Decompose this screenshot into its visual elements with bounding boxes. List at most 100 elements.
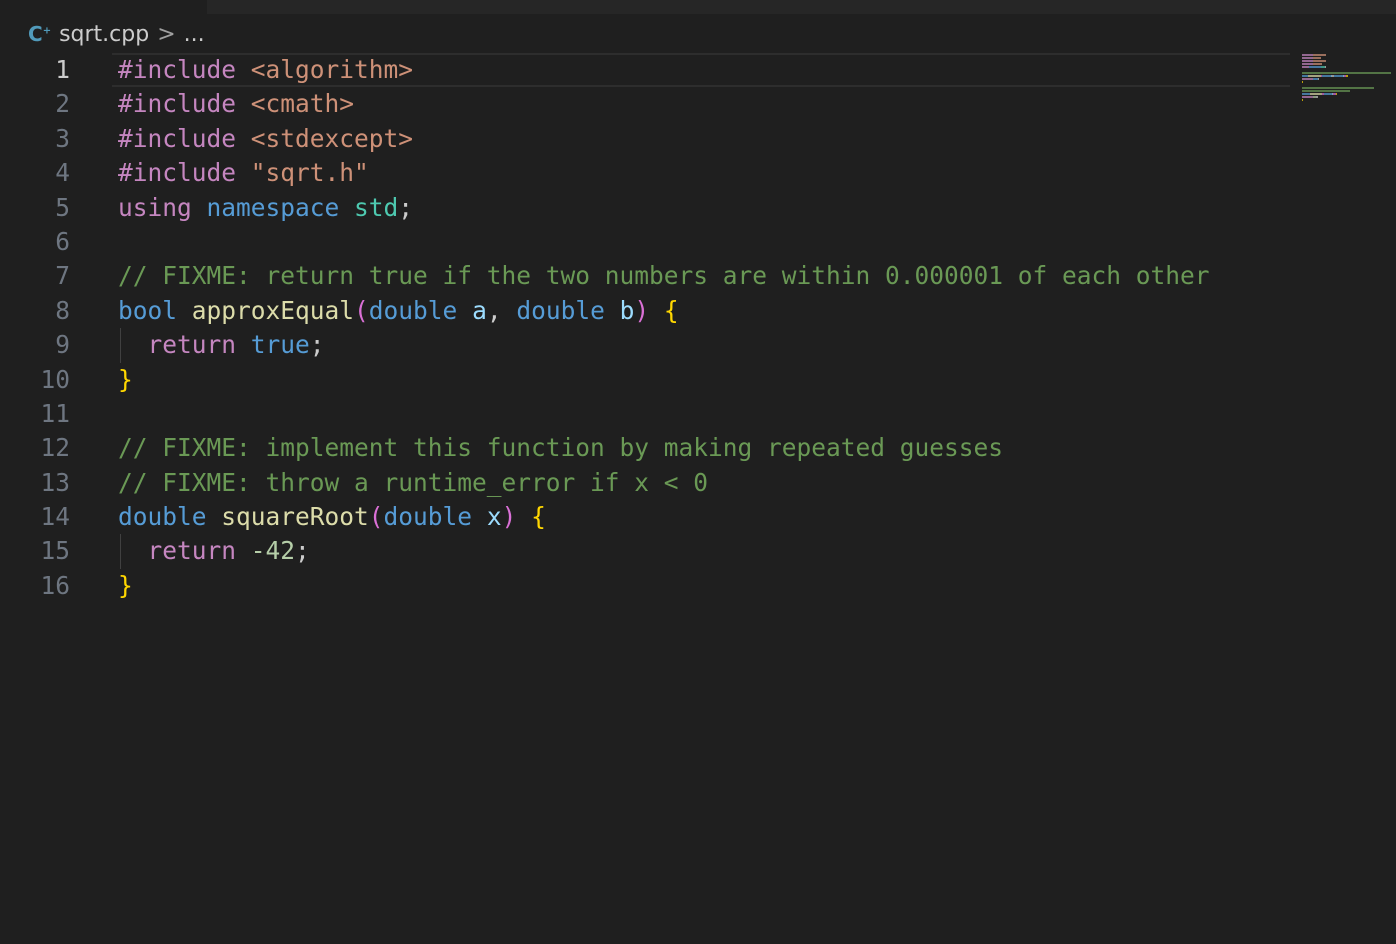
minimap-token	[1308, 75, 1322, 77]
code-text[interactable]: // FIXME: implement this function by mak…	[118, 431, 1003, 465]
code-token: bool	[118, 295, 192, 325]
code-token: #include	[118, 55, 251, 84]
line-number: 13	[40, 467, 70, 497]
line-number: 1	[55, 55, 70, 84]
minimap-token	[1302, 57, 1313, 59]
code-token: (	[368, 502, 384, 532]
code-text[interactable]: bool approxEqual(double a, double b) {	[118, 294, 679, 328]
line-number: 8	[55, 295, 70, 325]
minimap-token	[1302, 96, 1313, 98]
code-text[interactable]: #include <cmath>	[118, 87, 354, 121]
minimap-token	[1324, 66, 1326, 68]
line-number: 10	[40, 364, 70, 394]
code-token: #include	[118, 89, 251, 119]
line-number: 4	[55, 158, 70, 188]
code-text[interactable]: #include <algorithm>	[118, 53, 413, 87]
code-token: }	[118, 570, 133, 600]
code-text[interactable]: double squareRoot(double x) {	[118, 500, 546, 534]
code-token: -42	[250, 536, 296, 566]
code-token: (	[354, 295, 369, 325]
minimap-token	[1323, 93, 1332, 95]
code-token: // FIXME: throw a runtime_error if x < 0	[118, 467, 709, 497]
line-number: 3	[55, 123, 70, 153]
code-token: double	[118, 502, 222, 532]
line-number: 7	[55, 261, 70, 291]
minimap[interactable]	[1302, 54, 1394, 104]
code-token: approxEqual	[191, 295, 355, 325]
chevron-right-icon: >	[157, 21, 176, 47]
minimap-token	[1312, 54, 1326, 56]
minimap-token	[1302, 78, 1313, 80]
minimap-token	[1302, 93, 1311, 95]
minimap-token	[1335, 93, 1337, 95]
line-number: 9	[55, 330, 70, 360]
line-number: 12	[40, 433, 70, 463]
code-token: return	[118, 330, 251, 360]
code-text[interactable]: // FIXME: return true if the two numbers…	[118, 259, 1210, 293]
line-number: 16	[40, 570, 70, 600]
code-token: <stdexcept>	[250, 123, 414, 153]
minimap-token	[1302, 63, 1313, 65]
code-token: std	[354, 192, 399, 222]
line-number: 6	[55, 226, 70, 256]
code-text[interactable]: #include <stdexcept>	[118, 122, 413, 156]
code-token: {	[663, 295, 679, 325]
code-token: ;	[309, 330, 325, 360]
minimap-token	[1346, 75, 1348, 77]
code-token: )	[501, 502, 532, 532]
code-token: ;	[295, 536, 310, 566]
minimap-token	[1312, 60, 1326, 62]
code-token: }	[118, 364, 133, 394]
editor-tab-bar	[0, 0, 1396, 14]
code-text[interactable]: }	[118, 363, 133, 397]
minimap-token	[1302, 90, 1350, 92]
code-token: ;	[398, 192, 414, 222]
breadcrumb: C+ sqrt.cpp > ...	[28, 20, 205, 48]
code-token: using	[118, 192, 207, 222]
code-token: <algorithm>	[250, 55, 414, 84]
line-number: 14	[40, 502, 70, 532]
line-number: 2	[55, 89, 70, 119]
minimap-token	[1302, 99, 1304, 101]
code-token: true	[250, 330, 310, 360]
minimap-token	[1302, 72, 1391, 74]
minimap-token	[1317, 78, 1319, 80]
minimap-token	[1322, 75, 1331, 77]
code-token: double	[383, 502, 487, 532]
line-number: 11	[40, 398, 70, 428]
code-token: squareRoot	[221, 502, 369, 532]
code-token: <cmath>	[250, 89, 355, 119]
code-text[interactable]: return -42;	[118, 534, 310, 568]
code-token: )	[634, 295, 664, 325]
code-text[interactable]: #include "sqrt.h"	[118, 156, 369, 190]
line-number: 15	[40, 536, 70, 566]
code-text[interactable]: // FIXME: throw a runtime_error if x < 0	[118, 466, 708, 500]
minimap-token	[1302, 60, 1313, 62]
minimap-token	[1316, 96, 1318, 98]
code-token: {	[531, 502, 546, 532]
breadcrumb-symbols[interactable]: ...	[184, 22, 205, 47]
code-token: ,	[486, 295, 517, 325]
minimap-token	[1334, 75, 1343, 77]
code-token: double	[368, 295, 473, 325]
minimap-token	[1302, 81, 1304, 83]
code-token: b	[619, 295, 635, 325]
cpp-file-icon: C+	[28, 22, 52, 46]
minimap-token	[1312, 57, 1322, 59]
code-text[interactable]: }	[118, 569, 133, 603]
minimap-token	[1310, 93, 1323, 95]
code-token: namespace	[206, 192, 355, 222]
minimap-token	[1312, 63, 1323, 65]
minimap-token	[1302, 66, 1310, 68]
line-number: 5	[55, 192, 70, 222]
code-token: return	[118, 536, 251, 566]
breadcrumb-file[interactable]: sqrt.cpp	[59, 22, 149, 47]
tab-bar-empty-area	[207, 0, 1396, 14]
code-token: #include	[118, 123, 251, 153]
code-text[interactable]: return true;	[118, 328, 325, 362]
code-token: "sqrt.h"	[250, 158, 369, 188]
code-token: // FIXME: implement this function by mak…	[118, 433, 1004, 463]
code-text[interactable]: using namespace std;	[118, 191, 413, 225]
code-token: x	[486, 502, 502, 532]
minimap-token	[1302, 54, 1313, 56]
